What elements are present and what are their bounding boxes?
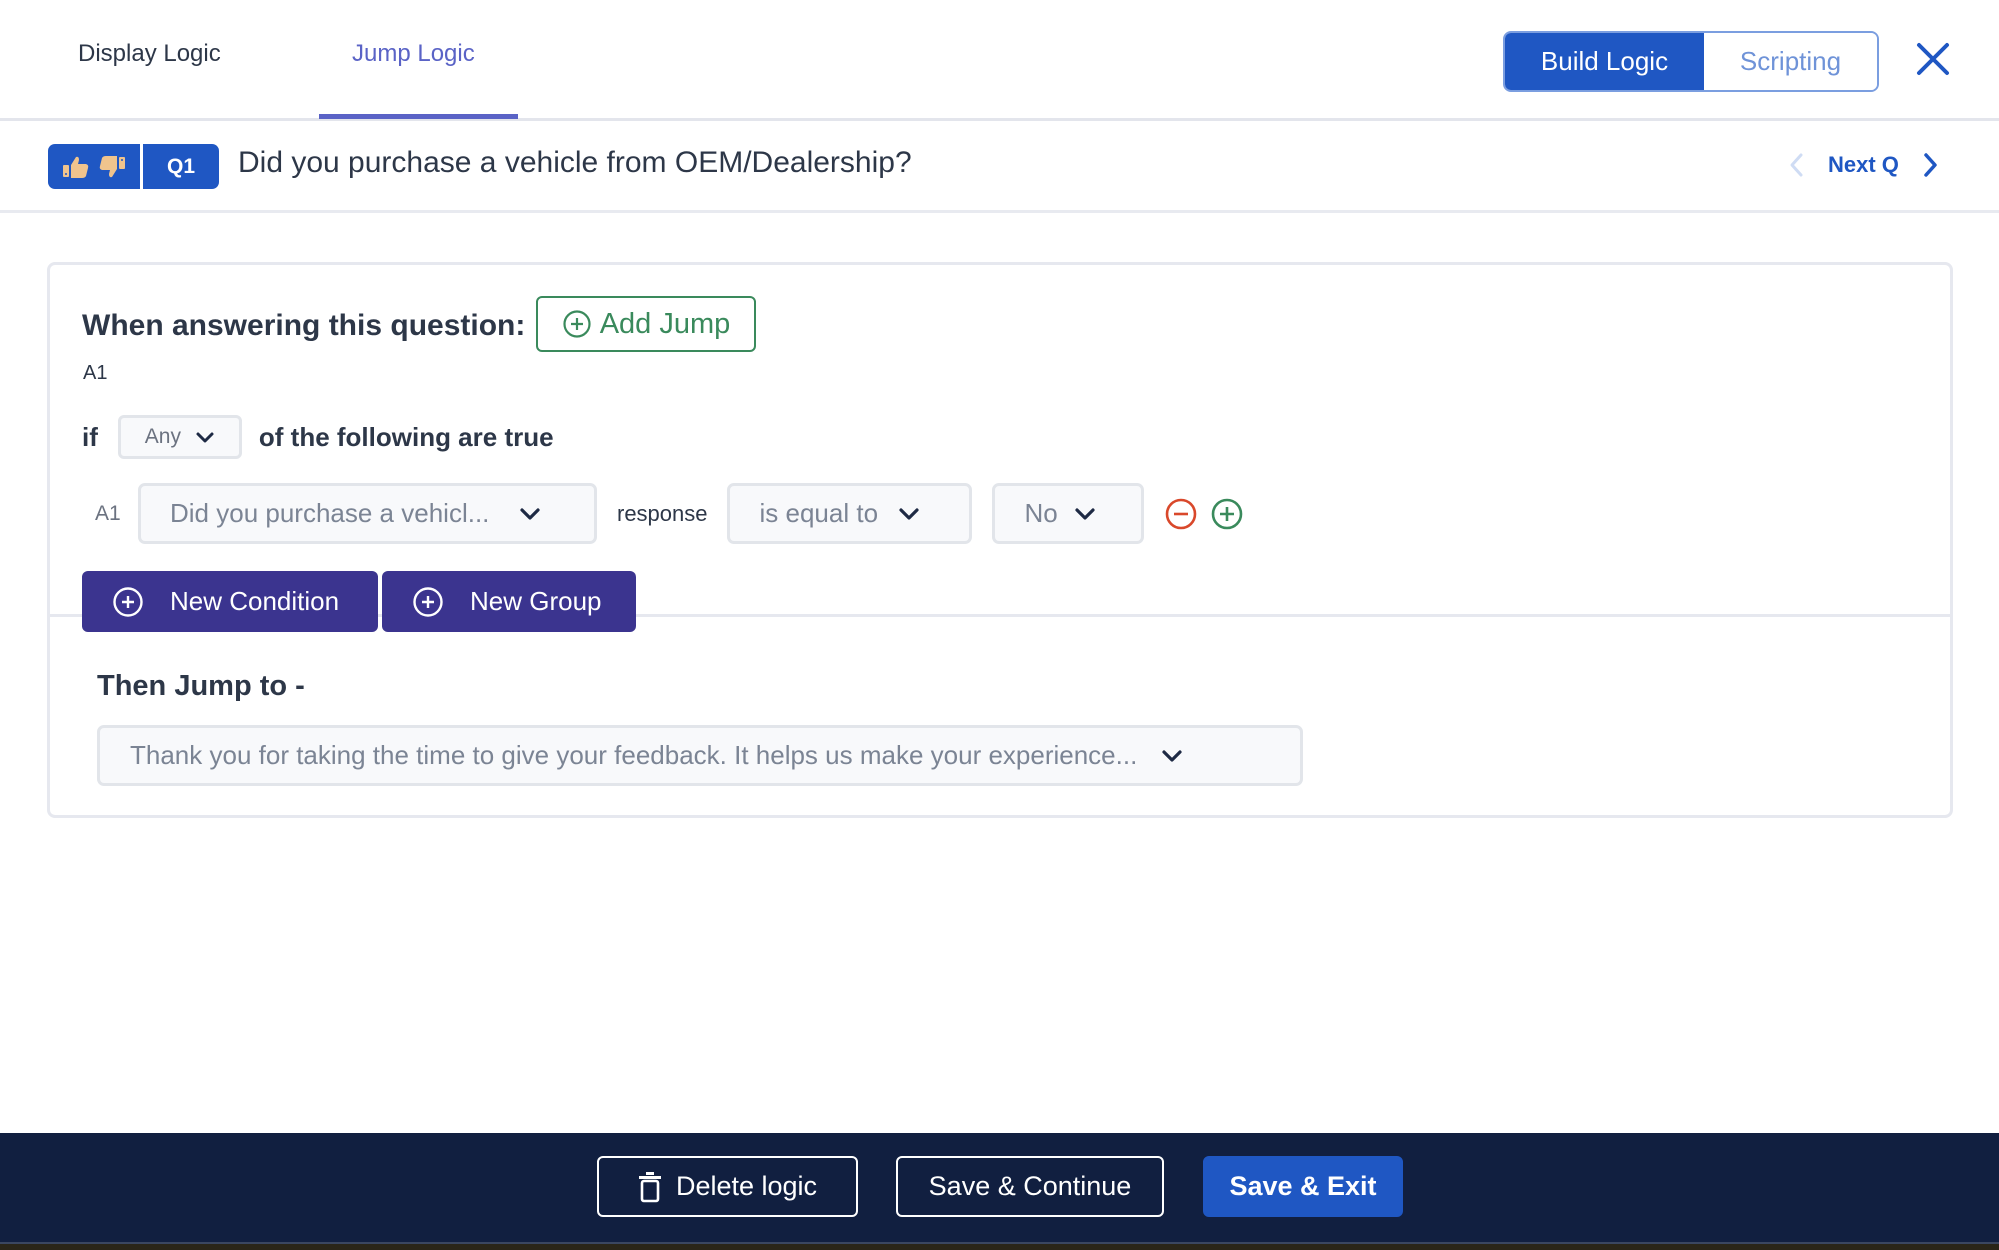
chevron-down-icon bbox=[520, 507, 540, 520]
condition-actions: New Condition New Group bbox=[82, 571, 636, 632]
of-following-label: of the following are true bbox=[258, 421, 554, 452]
response-label: response bbox=[617, 500, 708, 526]
condition-operator-select[interactable]: is equal to bbox=[726, 483, 972, 544]
close-icon[interactable] bbox=[1912, 38, 1954, 80]
chevron-down-icon bbox=[1075, 507, 1095, 520]
minus-circle-icon[interactable] bbox=[1164, 497, 1198, 531]
mode-toggle: Build Logic Scripting bbox=[1503, 31, 1879, 92]
scripting-button[interactable]: Scripting bbox=[1704, 33, 1877, 90]
logic-editor-header: Display Logic Jump Logic Build Logic Scr… bbox=[0, 0, 1999, 121]
build-logic-button[interactable]: Build Logic bbox=[1505, 33, 1704, 90]
chevron-left-icon[interactable] bbox=[1786, 151, 1806, 179]
question-bar: Q1 Did you purchase a vehicle from OEM/D… bbox=[0, 121, 1999, 213]
plus-circle-icon[interactable] bbox=[1210, 497, 1244, 531]
thumbs-up-down-icon bbox=[48, 144, 140, 189]
trash-icon bbox=[638, 1171, 661, 1202]
save-exit-button[interactable]: Save & Exit bbox=[1203, 1156, 1403, 1217]
delete-logic-button[interactable]: Delete logic bbox=[597, 1156, 858, 1217]
delete-logic-label: Delete logic bbox=[675, 1171, 818, 1201]
plus-circle-icon bbox=[113, 586, 143, 617]
chevron-down-icon bbox=[1162, 749, 1182, 762]
jump-target-value: Thank you for taking the time to give yo… bbox=[130, 740, 1138, 770]
new-group-label: New Group bbox=[470, 586, 602, 616]
new-condition-label: New Condition bbox=[170, 586, 340, 616]
jump-target-select[interactable]: Thank you for taking the time to give yo… bbox=[97, 725, 1303, 786]
match-type-value: Any bbox=[144, 425, 181, 448]
match-type-select[interactable]: Any bbox=[117, 415, 242, 459]
tab-jump-logic[interactable]: Jump Logic bbox=[352, 40, 475, 68]
save-continue-button[interactable]: Save & Continue bbox=[896, 1156, 1164, 1217]
plus-circle-icon bbox=[413, 586, 443, 617]
new-condition-button[interactable]: New Condition bbox=[82, 571, 378, 632]
chevron-down-icon bbox=[899, 507, 919, 520]
active-tab-indicator bbox=[319, 114, 518, 119]
if-label: if bbox=[82, 421, 98, 452]
then-jump-label: Then Jump to - bbox=[97, 670, 305, 702]
plus-circle-icon bbox=[563, 310, 591, 338]
condition-id-label: A1 bbox=[95, 501, 121, 525]
footer-bar: Delete logic Save & Continue Save & Exit bbox=[0, 1133, 1999, 1244]
condition-value-select[interactable]: No bbox=[991, 483, 1144, 544]
tab-display-logic[interactable]: Display Logic bbox=[78, 40, 221, 68]
question-number: Q1 bbox=[143, 144, 219, 189]
question-navigation: Next Q bbox=[1786, 151, 1941, 179]
condition-row: A1 Did you purchase a vehicl... response… bbox=[95, 483, 1244, 544]
question-badge: Q1 bbox=[48, 144, 219, 189]
question-text: Did you purchase a vehicle from OEM/Deal… bbox=[238, 146, 912, 179]
condition-operator-value: is equal to bbox=[759, 498, 879, 528]
new-group-button[interactable]: New Group bbox=[382, 571, 636, 632]
condition-value: No bbox=[1024, 498, 1058, 528]
next-question-link[interactable]: Next Q bbox=[1828, 152, 1899, 178]
chevron-down-icon bbox=[196, 432, 214, 442]
jump-logic-card: When answering this question: Add Jump A… bbox=[47, 262, 1953, 818]
when-answering-label: When answering this question: bbox=[82, 309, 526, 342]
condition-question-value: Did you purchase a vehicl... bbox=[170, 498, 490, 528]
match-rule-row: if Any of the following are true bbox=[82, 415, 554, 459]
chevron-right-icon[interactable] bbox=[1921, 151, 1941, 179]
add-jump-label: Add Jump bbox=[599, 307, 731, 340]
answer-label: A1 bbox=[83, 362, 108, 384]
condition-question-select[interactable]: Did you purchase a vehicl... bbox=[138, 483, 597, 544]
background-strip bbox=[0, 1244, 1999, 1250]
add-jump-button[interactable]: Add Jump bbox=[536, 296, 756, 352]
